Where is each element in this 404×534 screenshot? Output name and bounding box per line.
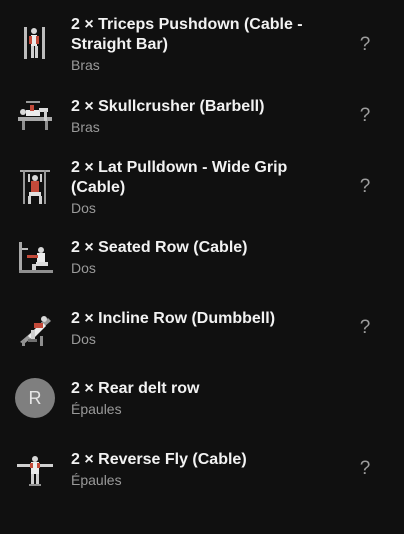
- exercise-title: 2 × Incline Row (Dumbbell): [71, 310, 276, 327]
- incline-row-icon: [14, 306, 56, 348]
- help-icon[interactable]: ?: [357, 105, 373, 127]
- exercise-title: 2 × Reverse Fly (Cable): [71, 451, 247, 468]
- seated-row-icon: [14, 236, 56, 278]
- exercise-list: 2 × Triceps Pushdown (Cable - Straight B…: [0, 0, 404, 534]
- help-icon[interactable]: ?: [357, 34, 373, 56]
- avatar: R: [15, 378, 55, 418]
- exercise-row-reverse-fly[interactable]: 2 × Reverse Fly (Cable) Épaules ?: [0, 440, 404, 504]
- exercise-row-incline-row[interactable]: 2 × Incline Row (Dumbbell) Dos ?: [0, 300, 404, 364]
- exercise-row-seated-row[interactable]: 2 × Seated Row (Cable) Dos: [0, 232, 404, 294]
- skullcrusher-icon: [14, 95, 56, 137]
- help-icon[interactable]: ?: [357, 317, 373, 339]
- exercise-title: 2 × Rear delt row: [71, 380, 200, 397]
- exercise-row-lat-pulldown[interactable]: 2 × Lat Pulldown - Wide Grip (Cable) Dos…: [0, 152, 404, 228]
- lat-pulldown-icon: [14, 166, 56, 208]
- exercise-category: Dos: [71, 200, 96, 216]
- exercise-row-skullcrusher[interactable]: 2 × Skullcrusher (Barbell) Bras ?: [0, 82, 404, 146]
- exercise-category: Dos: [71, 260, 96, 276]
- exercise-category: Épaules: [71, 401, 122, 417]
- exercise-title: 2 × Seated Row (Cable): [71, 239, 248, 256]
- reverse-fly-icon: [14, 448, 56, 490]
- exercise-category: Épaules: [71, 472, 122, 488]
- exercise-title: 2 × Skullcrusher (Barbell): [71, 98, 265, 115]
- exercise-title: 2 × Lat Pulldown - Wide Grip (Cable): [71, 159, 288, 196]
- exercise-category: Bras: [71, 57, 100, 73]
- exercise-row-triceps-pushdown[interactable]: 2 × Triceps Pushdown (Cable - Straight B…: [0, 0, 404, 76]
- exercise-title: 2 × Triceps Pushdown (Cable - Straight B…: [71, 16, 303, 53]
- triceps-pushdown-icon: [14, 22, 56, 64]
- help-icon[interactable]: ?: [357, 176, 373, 198]
- exercise-category: Bras: [71, 119, 100, 135]
- exercise-row-rear-delt-row[interactable]: R 2 × Rear delt row Épaules: [0, 370, 404, 434]
- help-icon[interactable]: ?: [357, 458, 373, 480]
- exercise-category: Dos: [71, 331, 96, 347]
